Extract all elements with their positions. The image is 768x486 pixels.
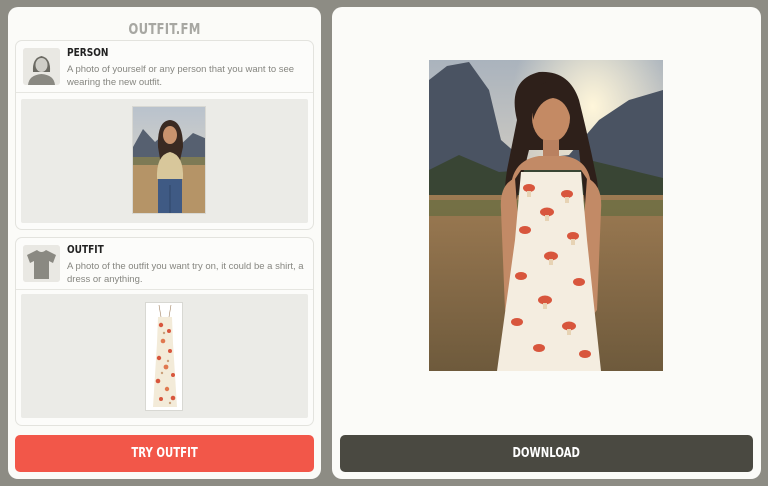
person-card-description: A photo of yourself or any person that y… <box>67 64 295 88</box>
download-button[interactable]: DOWNLOAD <box>340 435 753 472</box>
outfit-card-header: OUTFIT A photo of the outfit you want tr… <box>16 238 313 290</box>
result-panel: DOWNLOAD <box>332 7 761 479</box>
input-panel: OUTFIT.FM PERSON A photo of yourself or … <box>8 7 321 479</box>
person-photo-thumbnail[interactable] <box>132 106 206 214</box>
person-card: PERSON A photo of yourself or any person… <box>15 40 314 230</box>
outfit-card-label: OUTFIT <box>67 243 104 256</box>
person-upload-area[interactable] <box>21 99 308 223</box>
person-card-header: PERSON A photo of yourself or any person… <box>16 41 313 93</box>
outfit-upload-area[interactable] <box>21 294 308 418</box>
try-outfit-button[interactable]: TRY OUTFIT <box>15 435 314 472</box>
app-title: OUTFIT.FM <box>128 20 201 38</box>
outfit-card-description: A photo of the outfit you want try on, i… <box>67 261 304 285</box>
shirt-icon <box>23 245 60 282</box>
person-silhouette-icon <box>23 48 60 85</box>
outfit-photo-thumbnail[interactable] <box>145 302 183 411</box>
person-card-label: PERSON <box>67 46 109 59</box>
outfit-card: OUTFIT A photo of the outfit you want tr… <box>15 237 314 426</box>
result-image <box>429 60 663 371</box>
